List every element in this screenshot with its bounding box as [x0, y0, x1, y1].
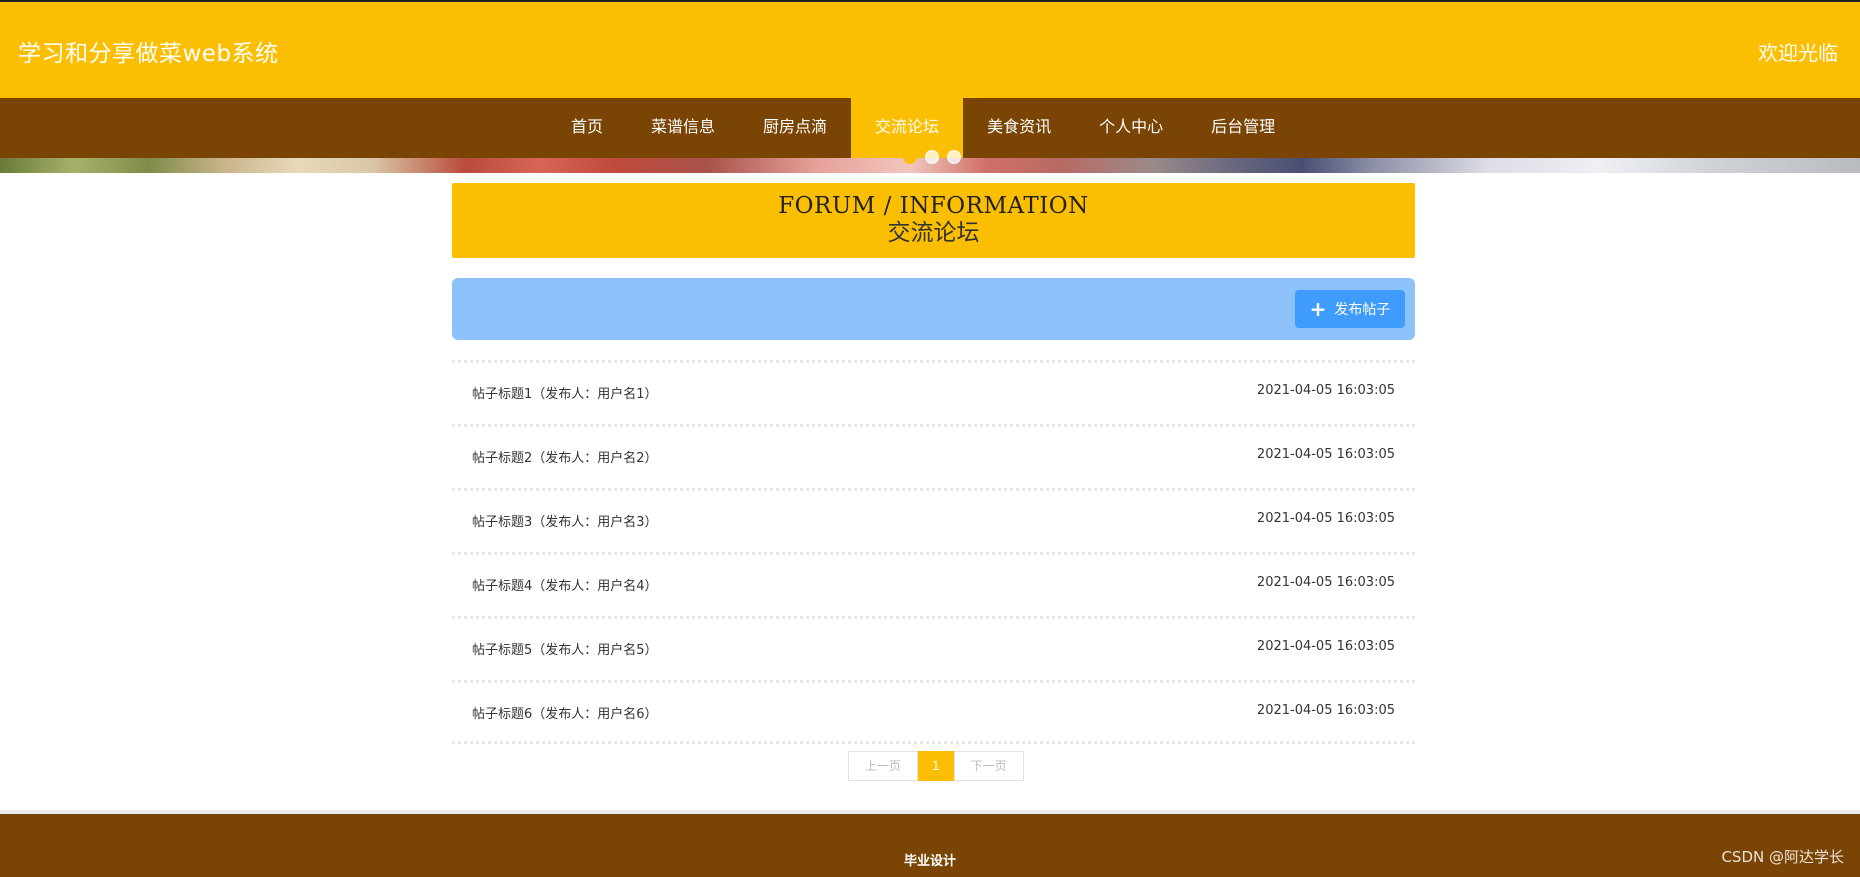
- nav-item-admin[interactable]: 后台管理: [1187, 98, 1299, 158]
- list-item[interactable]: 帖子标题5（发布人：用户名5） 2021-04-05 16:03:05: [452, 616, 1415, 680]
- main-nav: 首页 菜谱信息 厨房点滴 交流论坛 美食资讯 个人中心 后台管理: [0, 98, 1860, 158]
- site-title[interactable]: 学习和分享做菜web系统: [18, 34, 279, 68]
- nav-list: 首页 菜谱信息 厨房点滴 交流论坛 美食资讯 个人中心 后台管理: [547, 98, 1299, 158]
- list-item[interactable]: 帖子标题2（发布人：用户名2） 2021-04-05 16:03:05: [452, 424, 1415, 488]
- footer: 毕业设计: [0, 810, 1860, 877]
- top-header: 学习和分享做菜web系统 欢迎光临: [0, 0, 1860, 98]
- list-item[interactable]: 帖子标题4（发布人：用户名4） 2021-04-05 16:03:05: [452, 552, 1415, 616]
- post-title[interactable]: 帖子标题3（发布人：用户名3）: [472, 511, 658, 530]
- plus-icon: +: [1309, 297, 1327, 321]
- publish-post-label: 发布帖子: [1334, 302, 1391, 318]
- section-heading: FORUM / INFORMATION 交流论坛: [452, 183, 1415, 258]
- nav-item-forum[interactable]: 交流论坛: [851, 98, 964, 158]
- forum-toolbar: + 发布帖子: [452, 278, 1415, 340]
- post-title[interactable]: 帖子标题4（发布人：用户名4）: [472, 575, 658, 594]
- carousel-dot-2[interactable]: [925, 150, 939, 164]
- next-page-button[interactable]: 下一页: [953, 751, 1024, 781]
- list-item[interactable]: 帖子标题6（发布人：用户名6） 2021-04-05 16:03:05: [452, 680, 1415, 744]
- pagination: 上一页 1 下一页: [848, 751, 1024, 781]
- prev-page-button[interactable]: 上一页: [848, 751, 919, 781]
- nav-item-food-news[interactable]: 美食资讯: [963, 98, 1075, 158]
- post-time: 2021-04-05 16:03:05: [1256, 639, 1395, 654]
- nav-item-personal-center[interactable]: 个人中心: [1075, 98, 1187, 158]
- post-time: 2021-04-05 16:03:05: [1256, 703, 1395, 718]
- list-item[interactable]: 帖子标题1（发布人：用户名1） 2021-04-05 16:03:05: [452, 360, 1415, 424]
- post-time: 2021-04-05 16:03:05: [1256, 575, 1395, 590]
- nav-item-kitchen-tips[interactable]: 厨房点滴: [739, 98, 851, 158]
- section-title-en: FORUM / INFORMATION: [778, 193, 1089, 219]
- post-list: 帖子标题1（发布人：用户名1） 2021-04-05 16:03:05 帖子标题…: [452, 360, 1415, 744]
- post-title[interactable]: 帖子标题1（发布人：用户名1）: [472, 383, 658, 402]
- page: 学习和分享做菜web系统 欢迎光临 首页 菜谱信息 厨房点滴 交流论坛 美食资讯…: [0, 0, 1860, 877]
- list-item[interactable]: 帖子标题3（发布人：用户名3） 2021-04-05 16:03:05: [452, 488, 1415, 552]
- carousel-dots: [903, 150, 961, 164]
- section-title-cn: 交流论坛: [887, 220, 980, 246]
- post-time: 2021-04-05 16:03:05: [1256, 447, 1395, 462]
- publish-post-button[interactable]: + 发布帖子: [1295, 290, 1405, 328]
- welcome-text: 欢迎光临: [1758, 41, 1838, 65]
- post-title[interactable]: 帖子标题6（发布人：用户名6）: [472, 703, 658, 722]
- post-title[interactable]: 帖子标题2（发布人：用户名2）: [472, 447, 658, 466]
- watermark-text: CSDN @阿达学长: [1721, 848, 1844, 866]
- post-time: 2021-04-05 16:03:05: [1256, 383, 1395, 398]
- nav-item-home[interactable]: 首页: [547, 98, 627, 158]
- post-title[interactable]: 帖子标题5（发布人：用户名5）: [472, 639, 658, 658]
- carousel-dot-1[interactable]: [903, 150, 917, 164]
- nav-item-recipes[interactable]: 菜谱信息: [627, 98, 739, 158]
- page-number-button[interactable]: 1: [918, 751, 954, 781]
- post-time: 2021-04-05 16:03:05: [1256, 511, 1395, 526]
- carousel-dot-3[interactable]: [947, 150, 961, 164]
- footer-text: 毕业设计: [903, 854, 956, 869]
